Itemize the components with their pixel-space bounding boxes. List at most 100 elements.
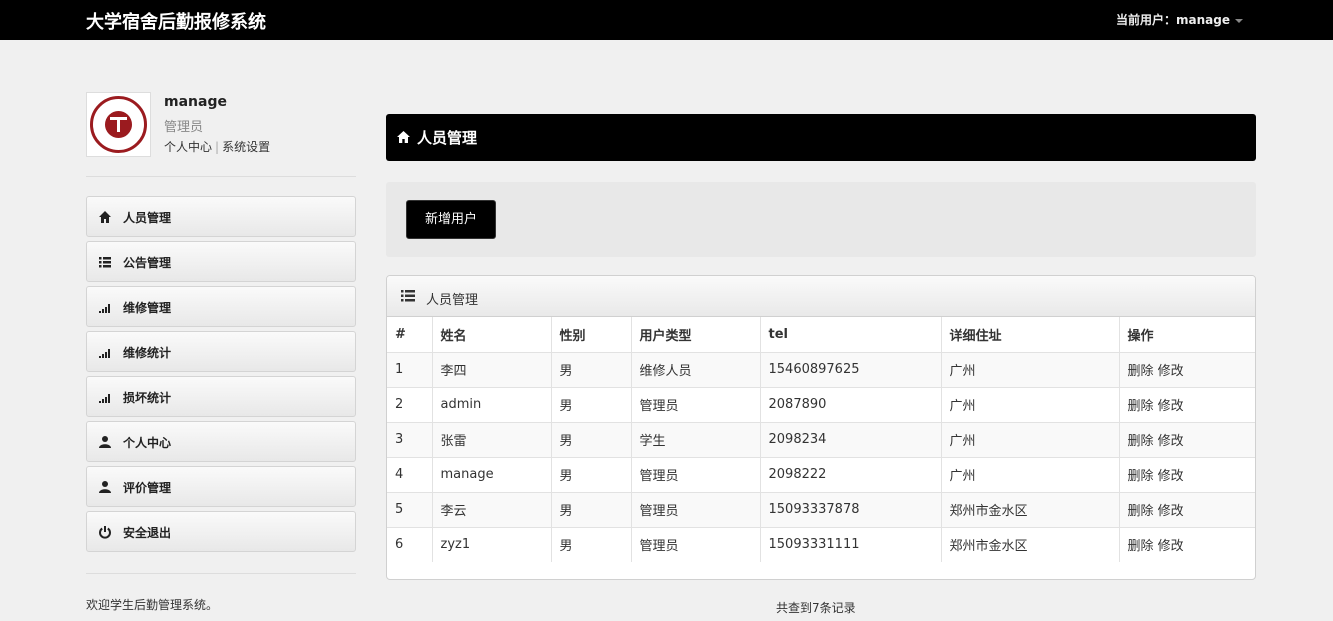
sidebar-item-label: 人员管理 (123, 211, 172, 225)
table-row: 6 zyz1 男 管理员 15093331111 郑州市金水区 删除 修改 (387, 526, 1255, 562)
cell-gender: 男 (550, 386, 631, 422)
cell-user-type: 维修人员 (630, 351, 760, 387)
sidebar-item-label: 损坏统计 (123, 391, 172, 405)
table-row: 5 李云 男 管理员 15093337878 郑州市金水区 删除 修改 (387, 491, 1255, 527)
col-header-user-type[interactable]: 用户类型 (630, 317, 760, 352)
avatar (86, 92, 151, 157)
sidebar-divider (86, 573, 356, 574)
app-title[interactable]: 大学宿舍后勤报修系统 (86, 8, 266, 34)
cell-user-type: 管理员 (630, 386, 760, 422)
delete-link[interactable]: 删除 (1128, 399, 1154, 414)
cell-index: 5 (387, 491, 432, 527)
profile-role: 管理员 (164, 120, 204, 135)
caret-down-icon (1235, 18, 1243, 23)
action-bar: 新增用户 (386, 182, 1256, 257)
signal-bars-icon (99, 394, 110, 403)
page-header: 人员管理 (386, 114, 1256, 161)
delete-link[interactable]: 删除 (1128, 539, 1154, 554)
sidebar-item-label: 个人中心 (123, 436, 172, 450)
cell-gender: 男 (550, 421, 631, 457)
edit-link[interactable]: 修改 (1158, 539, 1184, 554)
sidebar-item-label: 公告管理 (123, 256, 172, 270)
sidebar-item-label: 评价管理 (123, 481, 172, 495)
edit-link[interactable]: 修改 (1158, 364, 1184, 379)
cell-name: manage (431, 456, 551, 492)
cell-name: admin (431, 386, 551, 422)
sidebar-item-label: 维修管理 (123, 301, 172, 315)
university-seal-logo (90, 96, 147, 153)
cell-gender: 男 (550, 491, 631, 527)
cell-name: 李云 (431, 491, 551, 527)
sidebar-item-reviews[interactable]: 评价管理 (86, 466, 356, 507)
user-profile: manage 管理员 个人中心 | 系统设置 (86, 92, 356, 162)
signal-bars-icon (99, 304, 110, 313)
cell-tel: 2098222 (759, 456, 941, 492)
sidebar-item-announcements[interactable]: 公告管理 (86, 241, 356, 282)
user-icon (99, 481, 111, 493)
top-navbar: 大学宿舍后勤报修系统 当前用户：manage (0, 0, 1333, 40)
cell-user-type: 管理员 (630, 526, 760, 562)
cell-address: 广州 (940, 421, 1119, 457)
sidebar-item-repair-management[interactable]: 维修管理 (86, 286, 356, 327)
col-header-tel[interactable]: tel (759, 317, 941, 352)
cell-address: 郑州市金水区 (940, 526, 1119, 562)
personal-center-link[interactable]: 个人中心 (164, 140, 212, 154)
sidebar-item-damage-statistics[interactable]: 损坏统计 (86, 376, 356, 417)
record-count: 共查到7条记录 (776, 601, 856, 615)
cell-user-type: 学生 (630, 421, 760, 457)
col-header-address[interactable]: 详细住址 (940, 317, 1119, 352)
table-row: 2 admin 男 管理员 2087890 广州 删除 修改 (387, 386, 1255, 422)
col-header-index[interactable]: # (387, 317, 432, 352)
cell-tel: 15093331111 (759, 526, 941, 562)
cell-address: 郑州市金水区 (940, 491, 1119, 527)
current-user-label: 当前用户：manage (1116, 13, 1230, 27)
current-user-dropdown[interactable]: 当前用户：manage (1116, 11, 1243, 28)
cell-actions: 删除 修改 (1118, 456, 1255, 492)
panel-header: 人员管理 (387, 276, 1255, 317)
cell-user-type: 管理员 (630, 456, 760, 492)
col-header-name[interactable]: 姓名 (431, 317, 551, 352)
cell-actions: 删除 修改 (1118, 351, 1255, 387)
col-header-gender[interactable]: 性别 (550, 317, 631, 352)
add-user-button[interactable]: 新增用户 (406, 200, 496, 239)
sidebar-item-user-management[interactable]: 人员管理 (86, 196, 356, 237)
cell-actions: 删除 修改 (1118, 491, 1255, 527)
cell-tel: 15093337878 (759, 491, 941, 527)
users-panel: 人员管理 # 姓名 性别 用户类型 tel 详细住址 操作 1 李四 男 维修人… (386, 275, 1256, 580)
system-settings-link[interactable]: 系统设置 (222, 140, 270, 154)
home-icon (99, 211, 111, 223)
cell-tel: 2087890 (759, 386, 941, 422)
cell-index: 6 (387, 526, 432, 562)
cell-address: 广州 (940, 456, 1119, 492)
edit-link[interactable]: 修改 (1158, 399, 1184, 414)
cell-tel: 2098234 (759, 421, 941, 457)
signal-bars-icon (99, 349, 110, 358)
sidebar-item-personal-center[interactable]: 个人中心 (86, 421, 356, 462)
cell-user-type: 管理员 (630, 491, 760, 527)
profile-name: manage (164, 94, 227, 110)
sidebar-item-label: 安全退出 (123, 526, 172, 540)
cell-index: 3 (387, 421, 432, 457)
table-header-row: # 姓名 性别 用户类型 tel 详细住址 操作 (387, 317, 1255, 352)
sidebar-item-logout[interactable]: 安全退出 (86, 511, 356, 552)
edit-link[interactable]: 修改 (1158, 504, 1184, 519)
welcome-text: 欢迎学生后勤管理系统。 (86, 598, 219, 612)
delete-link[interactable]: 删除 (1128, 434, 1154, 449)
table-row: 1 李四 男 维修人员 15460897625 广州 删除 修改 (387, 351, 1255, 387)
user-icon (99, 436, 111, 448)
cell-gender: 男 (550, 351, 631, 387)
sidebar-item-repair-statistics[interactable]: 维修统计 (86, 331, 356, 372)
power-icon (99, 526, 111, 539)
cell-gender: 男 (550, 456, 631, 492)
delete-link[interactable]: 删除 (1128, 469, 1154, 484)
edit-link[interactable]: 修改 (1158, 469, 1184, 484)
cell-address: 广州 (940, 386, 1119, 422)
edit-link[interactable]: 修改 (1158, 434, 1184, 449)
delete-link[interactable]: 删除 (1128, 364, 1154, 379)
home-icon (397, 131, 410, 143)
delete-link[interactable]: 删除 (1128, 504, 1154, 519)
sidebar-item-label: 维修统计 (123, 346, 172, 360)
col-header-actions[interactable]: 操作 (1118, 317, 1255, 352)
table-row: 4 manage 男 管理员 2098222 广州 删除 修改 (387, 456, 1255, 492)
cell-gender: 男 (550, 526, 631, 562)
